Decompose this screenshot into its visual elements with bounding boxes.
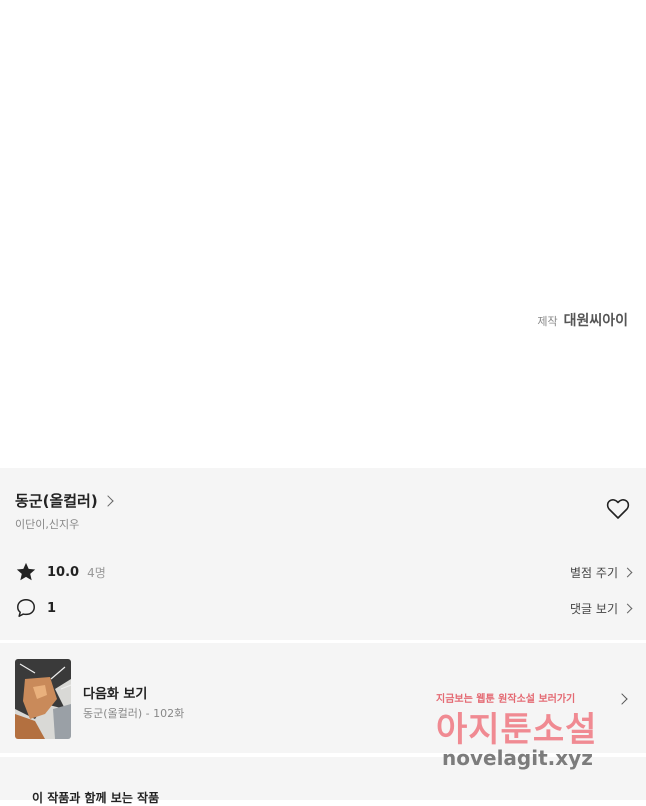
view-comments-label: 댓글 보기 xyxy=(570,601,618,616)
episode-thumbnail xyxy=(15,659,71,739)
next-episode-subtitle: 동군(올컬러) - 102화 xyxy=(83,707,185,720)
rating-row: 10.0 4명 별점 주기 xyxy=(15,560,633,584)
rate-button-label: 별점 주기 xyxy=(570,565,618,580)
view-comments-button[interactable]: 댓글 보기 xyxy=(570,600,633,617)
production-credit: 제작 대원씨아이 xyxy=(537,310,628,330)
work-title: 동군(올컬러) xyxy=(15,492,98,510)
work-title-link[interactable]: 동군(올컬러) xyxy=(15,490,114,511)
recommendation-title: 이 작품과 함께 보는 작품 xyxy=(32,791,160,805)
star-icon xyxy=(16,562,36,581)
chevron-right-icon xyxy=(622,567,633,577)
comment-icon xyxy=(17,599,35,617)
comment-count: 1 xyxy=(47,600,57,616)
work-authors: 이단이,신지우 xyxy=(15,518,80,531)
rating-count: 4명 xyxy=(87,565,106,580)
rating-score: 10.0 xyxy=(47,564,80,580)
comment-row: 1 댓글 보기 xyxy=(15,596,633,620)
heart-icon[interactable] xyxy=(606,498,630,520)
chevron-right-icon xyxy=(102,494,114,507)
work-info-panel: 동군(올컬러) 이단이,신지우 10.0 4명 별점 주기 1 댓글 보기 xyxy=(0,468,646,640)
credit-label: 제작 xyxy=(537,315,558,328)
credit-studio: 대원씨아이 xyxy=(563,313,628,329)
next-episode-card[interactable]: 다음화 보기 동군(올컬러) - 102화 xyxy=(0,643,646,753)
next-episode-label: 다음화 보기 xyxy=(83,687,148,702)
rate-button[interactable]: 별점 주기 xyxy=(570,564,633,581)
chevron-right-icon xyxy=(622,603,633,613)
recommendation-section: 이 작품과 함께 보는 작품 xyxy=(0,757,646,805)
chevron-right-icon xyxy=(616,693,628,705)
